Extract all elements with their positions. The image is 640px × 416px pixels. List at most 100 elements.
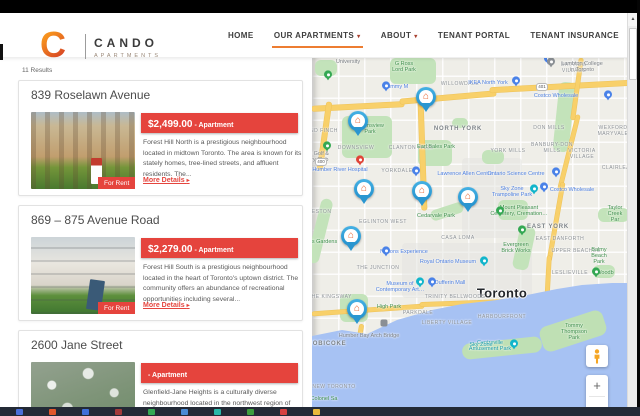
highway-shield-400: 400	[315, 158, 327, 166]
price-banner: $2,279.00 - Apartment	[141, 238, 298, 258]
listing-card: 839 Roselawn Avenue $2,499.00 - Apartment…	[18, 80, 303, 196]
park-pin-mtpleasant[interactable]	[496, 206, 504, 215]
park-area	[429, 201, 465, 222]
arrow-right-icon: ▸	[186, 303, 190, 309]
brand-block[interactable]: CANDO APARTMENTS	[94, 36, 161, 59]
nav-tenant-insurance[interactable]: TENANT INSURANCE	[530, 31, 619, 40]
property-marker[interactable]: ⌂	[347, 299, 367, 319]
park-area	[390, 58, 436, 84]
listing-type: - Apartment	[192, 122, 234, 129]
browser-scrollbar[interactable]: ▲	[627, 13, 638, 407]
street-view-pegman-button[interactable]	[586, 345, 608, 367]
highway-road	[399, 90, 497, 105]
taskbar-app-icon[interactable]	[16, 409, 23, 415]
house-icon: ⌂	[344, 229, 358, 243]
map-label: Balmy Beach Park	[591, 247, 607, 265]
park-area	[452, 118, 468, 128]
house-icon: ⌂	[419, 90, 433, 104]
map-label: CLAIRLEA	[601, 165, 627, 171]
poi-pin[interactable]	[382, 81, 390, 90]
taskbar-app-icon[interactable]	[247, 409, 254, 415]
poi-pin-dufferin[interactable]	[428, 277, 436, 286]
for-rent-badge: For Rent	[98, 177, 136, 189]
results-count: 11 Results	[22, 67, 53, 74]
nav-about[interactable]: ABOUT ▾	[381, 31, 418, 40]
property-marker[interactable]: ⌂	[458, 187, 478, 207]
nav-our-apartments[interactable]: OUR APARTMENTS ▾	[271, 31, 363, 48]
property-marker[interactable]: ⌂	[412, 181, 432, 201]
taskbar-app-icon[interactable]	[148, 409, 155, 415]
map-canvas[interactable]: + − TorontoUniversityAND FINCHDOWNSVIEWC…	[312, 58, 627, 407]
zoom-in-button[interactable]: +	[586, 375, 608, 396]
listing-title[interactable]: 869 – 875 Avenue Road	[31, 213, 160, 227]
brand-name: CANDO	[94, 36, 158, 50]
park-area	[312, 197, 334, 265]
park-pin-evergreen[interactable]	[518, 225, 526, 234]
listing-title[interactable]: 2600 Jane Street	[31, 338, 122, 352]
poi-pin-nations[interactable]	[382, 246, 390, 255]
listing-card: 2600 Jane Street - Apartment Glenfield-Jan…	[18, 330, 303, 407]
hospital-pin[interactable]	[356, 155, 364, 164]
taskbar-app-icon[interactable]	[181, 409, 188, 415]
map-label: VICTORIA VILLAGE	[568, 148, 596, 160]
property-marker[interactable]: ⌂	[341, 226, 361, 246]
property-marker[interactable]: ⌂	[348, 111, 368, 131]
poi-pin-lambton[interactable]	[547, 58, 555, 66]
listing-type: - Apartment	[192, 247, 234, 254]
taskbar-app-icon[interactable]	[115, 409, 122, 415]
map-label: UPPER BEACHES	[551, 248, 601, 254]
listing-description: Forest Hill South is a prestigious neigh…	[143, 264, 299, 303]
map-label: EAST DANFORTH	[535, 236, 585, 242]
taskbar-app-icon[interactable]	[49, 409, 56, 415]
brand-subtitle: APARTMENTS	[94, 53, 162, 59]
scrollbar-thumb[interactable]	[628, 28, 637, 80]
subway-station-icon[interactable]: H	[380, 319, 388, 327]
zoom-out-button[interactable]: −	[586, 397, 608, 407]
highway-shield-401: 401	[536, 83, 548, 91]
park-pin-golf[interactable]	[323, 141, 331, 150]
poi-pin-science[interactable]	[552, 167, 560, 176]
poi-pin-skyzone[interactable]	[530, 184, 538, 193]
taskbar-app-icon[interactable]	[280, 409, 287, 415]
more-details-link[interactable]: More Details ▸	[143, 302, 190, 309]
property-marker[interactable]: ⌂	[354, 179, 374, 199]
screen: C CANDO APARTMENTS HOME OUR APARTMENTS ▾ AB…	[0, 0, 640, 416]
property-marker[interactable]: ⌂	[416, 87, 436, 107]
pegman-icon	[594, 348, 600, 363]
poi-pin-ikea[interactable]	[512, 76, 520, 85]
price-banner: - Apartment	[141, 363, 298, 383]
nav-tenant-portal[interactable]: TENANT PORTAL	[438, 31, 510, 40]
cando-logo-icon[interactable]: C	[40, 27, 66, 63]
poi-pin-rom[interactable]	[480, 256, 488, 265]
taskbar-app-icon[interactable]	[313, 409, 320, 415]
nav-home[interactable]: HOME	[228, 31, 254, 40]
chevron-down-icon: ▾	[357, 33, 361, 40]
listing-description: Forest Hill North is a prestigious neigh…	[143, 139, 302, 178]
taskbar[interactable]	[0, 407, 640, 416]
listing-price: $2,279.00	[148, 244, 193, 255]
listing-type: - Apartment	[148, 372, 188, 379]
listing-title[interactable]: 839 Roselawn Avenue	[31, 88, 150, 102]
park-pin[interactable]	[324, 70, 332, 79]
for-rent-badge: For Rent	[98, 302, 136, 314]
taskbar-app-icon[interactable]	[82, 409, 89, 415]
poi-pin-costco[interactable]	[604, 90, 612, 99]
screen-top-edge	[0, 0, 640, 13]
taskbar-app-icon[interactable]	[214, 409, 221, 415]
poi-pin-centreville[interactable]	[510, 339, 518, 348]
map-label: THE JUNCTION	[356, 265, 400, 271]
price-banner: $2,499.00 - Apartment	[141, 113, 298, 133]
listing-price: $2,499.00	[148, 119, 193, 130]
map-label: EGLINTON WEST	[359, 219, 407, 225]
listing-photo[interactable]	[31, 362, 135, 407]
main-nav: HOME OUR APARTMENTS ▾ ABOUT ▾ TENANT PORTAL TE…	[228, 13, 619, 57]
poi-pin-costco2[interactable]	[540, 182, 548, 191]
listing-card: 869 – 875 Avenue Road $2,279.00 - Apartme…	[18, 205, 303, 321]
poi-pin-lawrence[interactable]	[412, 166, 420, 175]
site-header: C CANDO APARTMENTS HOME OUR APARTMENTS ▾ AB…	[0, 13, 627, 63]
poi-pin-moca[interactable]	[416, 277, 424, 286]
map-zoom-control: + −	[586, 375, 608, 407]
park-pin-woodbine[interactable]	[592, 267, 600, 276]
more-details-link[interactable]: More Details ▸	[143, 177, 190, 184]
screen-left-artifact	[0, 44, 3, 60]
